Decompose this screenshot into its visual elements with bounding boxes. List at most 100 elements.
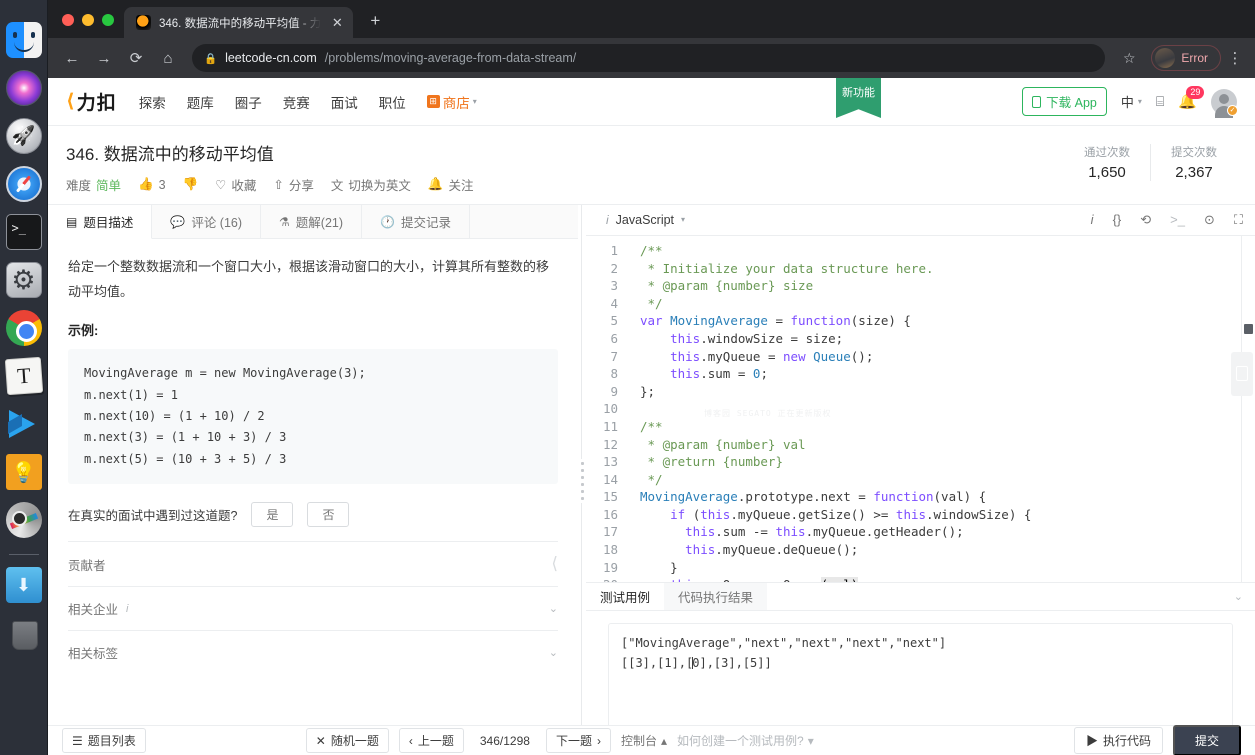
new-tab-button[interactable]: + bbox=[361, 7, 389, 35]
code-line[interactable]: this.sum = 0; bbox=[640, 365, 1255, 383]
maximize-window-button[interactable] bbox=[102, 14, 114, 26]
section-tags[interactable]: 相关标签 ⌄ bbox=[68, 630, 558, 674]
close-window-button[interactable] bbox=[62, 14, 74, 26]
language-select[interactable]: i JavaScript ▾ bbox=[598, 210, 693, 230]
code-line[interactable]: var MovingAverage = function(size) { bbox=[640, 312, 1255, 330]
reset-code-icon[interactable]: ⟲ bbox=[1140, 212, 1151, 228]
minimize-window-button[interactable] bbox=[82, 14, 94, 26]
code-line[interactable]: /** bbox=[640, 418, 1255, 436]
testcase-help-link[interactable]: 如何创建一个测试用例? ▾ bbox=[677, 732, 814, 749]
textedit-icon[interactable] bbox=[4, 357, 42, 395]
tab-submissions[interactable]: 🕐 提交记录 bbox=[362, 205, 470, 238]
code-line[interactable]: }; bbox=[640, 383, 1255, 401]
console-toggle-icon[interactable]: >_ bbox=[1170, 212, 1185, 227]
chrome-icon[interactable] bbox=[6, 310, 42, 346]
problem-list-button[interactable]: ☰ 题目列表 bbox=[62, 728, 146, 753]
fullscreen-icon[interactable]: ⛶ bbox=[1234, 212, 1243, 228]
random-problem-button[interactable]: ✕ 随机一题 bbox=[306, 728, 389, 753]
code-line[interactable]: this.myQueue = new Queue(); bbox=[640, 348, 1255, 366]
nav-link-circle[interactable]: 圈子 bbox=[235, 92, 262, 112]
system-preferences-icon[interactable] bbox=[6, 262, 42, 298]
code-line[interactable]: * Initialize your data structure here. bbox=[640, 260, 1255, 278]
nav-link-shop[interactable]: ⊞ 商店 ▾ bbox=[427, 92, 477, 112]
code-line[interactable]: * @param {number} size bbox=[640, 277, 1255, 295]
dislike-button[interactable]: 👎 bbox=[183, 177, 199, 192]
new-feature-ribbon[interactable]: 新功能 bbox=[836, 78, 881, 118]
back-icon[interactable]: ← bbox=[58, 44, 86, 72]
code-line[interactable]: this.myQueue.enQueue(val); bbox=[640, 576, 1255, 582]
notifications-button[interactable]: 🔔 29 bbox=[1178, 92, 1197, 111]
pane-resize-handle[interactable] bbox=[578, 205, 586, 755]
editor-scrollbar-thumb[interactable] bbox=[1244, 324, 1253, 334]
leetcode-logo[interactable]: ⟨ 力扣 bbox=[66, 88, 117, 115]
code-line[interactable]: MovingAverage.prototype.next = function(… bbox=[640, 488, 1255, 506]
forward-icon[interactable]: → bbox=[90, 44, 118, 72]
trash-icon[interactable] bbox=[6, 615, 42, 651]
interview-poll-yes[interactable]: 是 bbox=[251, 502, 293, 527]
code-line[interactable]: /** bbox=[640, 242, 1255, 260]
bookmark-star-icon[interactable]: ☆ bbox=[1115, 44, 1143, 72]
downloads-icon[interactable] bbox=[6, 567, 42, 603]
next-problem-button[interactable]: 下一题 › bbox=[546, 728, 611, 753]
launchpad-icon[interactable] bbox=[6, 118, 42, 154]
tab-result[interactable]: 代码执行结果 bbox=[664, 583, 767, 610]
notebook-widget-icon[interactable] bbox=[1231, 352, 1253, 396]
info-icon[interactable]: i bbox=[126, 603, 128, 615]
safari-icon[interactable] bbox=[6, 166, 42, 202]
format-code-icon[interactable]: {} bbox=[1113, 212, 1122, 227]
nav-link-explore[interactable]: 探索 bbox=[139, 92, 166, 112]
code-line[interactable]: * @return {number} bbox=[640, 453, 1255, 471]
follow-button[interactable]: 🔔 关注 bbox=[428, 175, 474, 194]
code-editor[interactable]: 1234567891011121314151617181920 /** * In… bbox=[586, 236, 1255, 582]
tab-description[interactable]: ▤ 题目描述 bbox=[48, 205, 152, 239]
siri-icon[interactable] bbox=[6, 70, 42, 106]
interview-poll-no[interactable]: 否 bbox=[307, 502, 349, 527]
tab-testcase[interactable]: 测试用例 bbox=[586, 583, 664, 610]
terminal-icon[interactable] bbox=[6, 214, 42, 250]
favorite-button[interactable]: ♡ 收藏 bbox=[215, 175, 256, 194]
home-icon[interactable]: ⌂ bbox=[154, 44, 182, 72]
download-app-button[interactable]: 下载 App bbox=[1022, 87, 1107, 116]
share-button[interactable]: ⇧ 分享 bbox=[273, 175, 314, 194]
section-contributor[interactable]: 贡献者 ⟨ bbox=[68, 541, 558, 586]
code-line[interactable]: * @param {number} val bbox=[640, 436, 1255, 454]
finder-icon[interactable] bbox=[6, 22, 42, 58]
submit-button[interactable]: 提交 bbox=[1173, 725, 1241, 755]
like-button[interactable]: 👍 3 bbox=[138, 177, 166, 192]
switch-language-button[interactable]: 文 切换为英文 bbox=[331, 175, 411, 194]
code-line[interactable]: this.sum -= this.myQueue.getHeader(); bbox=[640, 523, 1255, 541]
tab-solutions[interactable]: ⚗ 题解(21) bbox=[261, 205, 362, 238]
code-line[interactable]: } bbox=[640, 559, 1255, 577]
code-line[interactable]: */ bbox=[640, 295, 1255, 313]
imovie-icon[interactable] bbox=[6, 502, 42, 538]
code-line[interactable]: this.myQueue.deQueue(); bbox=[640, 541, 1255, 559]
nav-link-interview[interactable]: 面试 bbox=[331, 92, 358, 112]
address-bar[interactable]: 🔒 leetcode-cn.com/problems/moving-averag… bbox=[192, 44, 1105, 72]
prev-problem-button[interactable]: ‹ 上一题 bbox=[399, 728, 464, 753]
editor-scrollbar[interactable] bbox=[1241, 236, 1255, 582]
code-line[interactable]: */ bbox=[640, 471, 1255, 489]
playground-icon[interactable]: ⌸ bbox=[1156, 93, 1164, 110]
collapse-console-icon[interactable]: ⌄ bbox=[1234, 583, 1255, 610]
nav-link-contest[interactable]: 竞赛 bbox=[283, 92, 310, 112]
vscode-icon[interactable] bbox=[6, 406, 42, 442]
notes-info-icon[interactable]: i bbox=[1091, 212, 1094, 227]
code-line[interactable]: this.windowSize = size; bbox=[640, 330, 1255, 348]
console-toggle[interactable]: 控制台 ▴ bbox=[621, 732, 667, 749]
user-avatar[interactable]: ✓ bbox=[1211, 89, 1237, 115]
section-companies[interactable]: 相关企业 i ⌄ bbox=[68, 586, 558, 630]
profile-button[interactable]: Error bbox=[1151, 45, 1221, 71]
testcase-input[interactable]: ["MovingAverage","next","next","next","n… bbox=[608, 623, 1233, 741]
browser-tab[interactable]: ⟨ 346. 数据流中的移动平均值 - 力 ✕ bbox=[124, 7, 353, 38]
reload-icon[interactable]: ⟳ bbox=[122, 44, 150, 72]
nav-link-problems[interactable]: 题库 bbox=[187, 92, 214, 112]
notes-icon[interactable] bbox=[6, 454, 42, 490]
run-code-button[interactable]: ▶ 执行代码 bbox=[1074, 727, 1163, 754]
tab-comments[interactable]: 💬 评论 (16) bbox=[152, 205, 261, 238]
code-line[interactable]: if (this.myQueue.getSize() >= this.windo… bbox=[640, 506, 1255, 524]
language-selector[interactable]: 中 ▾ bbox=[1121, 92, 1142, 111]
browser-menu-icon[interactable]: ⋮ bbox=[1225, 49, 1245, 67]
close-tab-icon[interactable]: ✕ bbox=[329, 15, 345, 31]
settings-icon[interactable]: ⊙ bbox=[1204, 212, 1215, 228]
nav-link-jobs[interactable]: 职位 bbox=[379, 92, 406, 112]
